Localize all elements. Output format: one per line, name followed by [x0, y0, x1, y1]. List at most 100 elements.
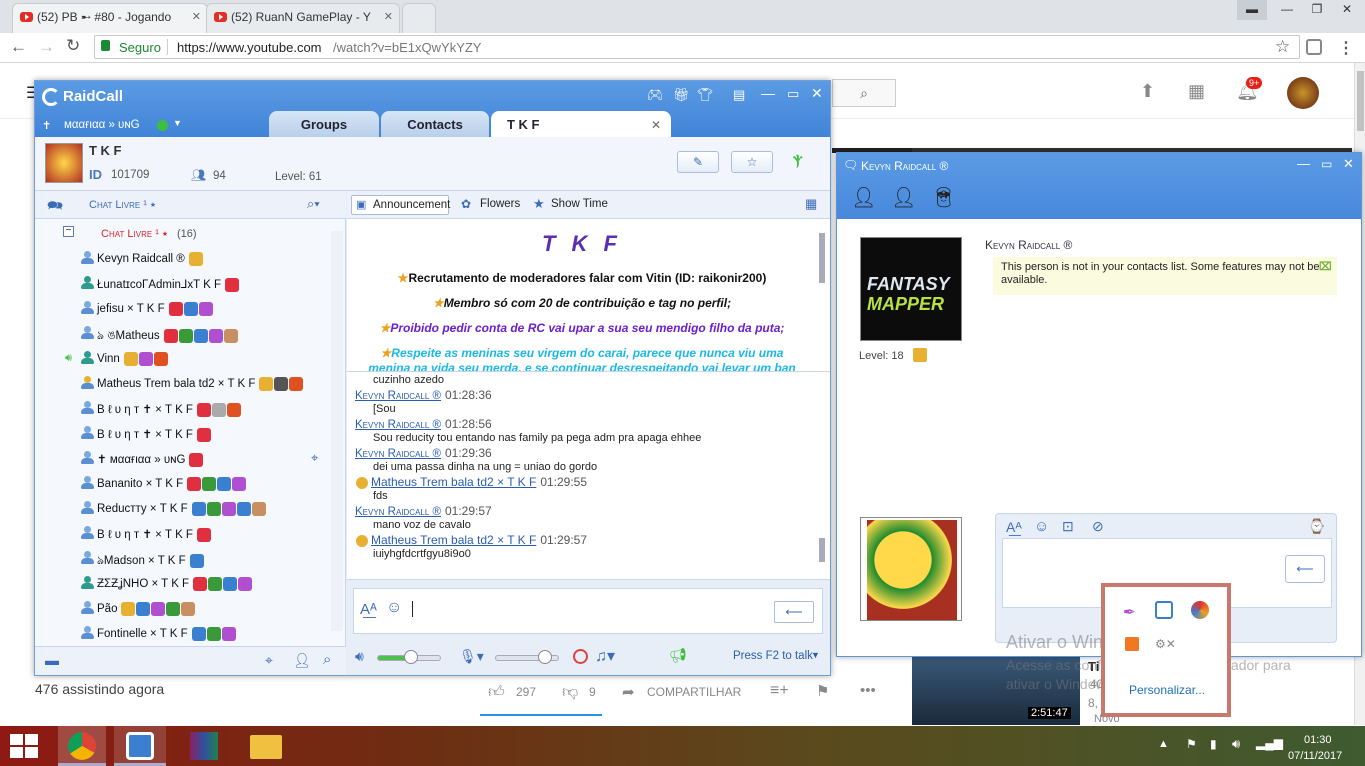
send-button[interactable]: ⟵ — [774, 601, 814, 623]
flag-error-icon[interactable]: ⚑ — [1186, 737, 1197, 751]
close-tab-icon[interactable]: ✕ — [384, 10, 393, 23]
clock-time[interactable]: 01:30 — [1304, 734, 1332, 746]
like-icon[interactable]: 👍︎ — [488, 683, 505, 702]
gift-icon[interactable]: 🎁︎ — [673, 87, 690, 103]
clock-date[interactable]: 07/11/2017 — [1288, 750, 1342, 762]
tab-contacts[interactable]: Contacts — [381, 111, 489, 137]
member-row[interactable]: Vinn 🔊︎ — [35, 346, 346, 371]
online-status-icon[interactable] — [157, 120, 168, 131]
member-row[interactable]: ঌ ঙMatheus — [35, 321, 346, 346]
collapse-all-icon[interactable]: ▬ — [45, 652, 59, 668]
close-icon[interactable]: ✕ — [811, 85, 823, 102]
taskbar-chrome[interactable] — [58, 726, 106, 766]
avatar[interactable] — [1287, 77, 1319, 109]
windows-start-icon[interactable] — [10, 734, 38, 758]
extension-icon[interactable] — [1306, 39, 1322, 55]
tab-groups[interactable]: Groups — [269, 111, 379, 137]
customize-link[interactable]: Personalizar... — [1129, 683, 1205, 697]
winrar-icon[interactable] — [190, 732, 218, 760]
announcement-button[interactable]: ▣ Announcement — [351, 195, 450, 215]
message-input[interactable]: A͟ᴬ ☺ ⟵ — [353, 588, 823, 634]
gamepad-icon[interactable]: 🎮︎ — [647, 87, 664, 103]
add-contact-icon[interactable]: 👤︎ — [851, 185, 876, 210]
dislike-icon[interactable]: 👎︎ — [562, 683, 578, 702]
network-icon[interactable]: ▂▄▆ — [1256, 736, 1283, 750]
member-scrollbar[interactable] — [331, 231, 343, 631]
bookmark-star-icon[interactable]: ☆ — [1275, 37, 1290, 57]
record-icon[interactable] — [573, 649, 588, 664]
browser-tab-1[interactable]: (52) PB ➸ #80 - Jogando ✕ — [12, 3, 208, 33]
update-blocked-icon[interactable]: ⚙✕ — [1155, 637, 1176, 651]
minimize-icon[interactable]: — — [1272, 0, 1302, 20]
search-icon[interactable]: ⌕ — [832, 79, 896, 107]
flowers-button[interactable]: Flowers — [480, 198, 520, 210]
close-tab-icon[interactable]: ✕ — [192, 10, 201, 23]
new-tab-button[interactable] — [402, 3, 436, 33]
close-icon[interactable]: ✕ — [1332, 0, 1362, 20]
member-row[interactable]: B ℓ υ η т ✝ × T K F — [35, 421, 346, 446]
maximize-icon[interactable]: ▭ — [1321, 157, 1332, 171]
url-field[interactable]: Seguro https://www.youtube.com /watch?v=… — [94, 35, 1300, 59]
chevron-down-icon[interactable]: ▼ — [811, 650, 820, 660]
microphone-icon[interactable]: 🎙︎▾ — [459, 648, 484, 665]
chat-sender-link[interactable]: Matheus Trem bala td2 × T K F — [371, 475, 536, 489]
flag-icon[interactable]: ⚑ — [816, 682, 829, 700]
screenshot-icon[interactable]: ⊡ — [1062, 518, 1074, 535]
history-icon[interactable]: ⌚ — [1308, 518, 1325, 535]
emoji-icon[interactable]: ☺ — [386, 599, 402, 617]
member-row[interactable]: ঌMadson × T K F — [35, 546, 346, 571]
reload-icon[interactable]: ↻ — [66, 36, 80, 56]
more-icon[interactable]: ••• — [860, 682, 876, 699]
battery-icon[interactable]: ▮ — [1210, 737, 1217, 751]
chat-sender-link[interactable]: Kevyn Raidcall ® — [355, 448, 441, 460]
font-icon[interactable]: A͟ᴬ — [1006, 519, 1022, 535]
music-icon[interactable]: ♫▾ — [595, 646, 615, 666]
mic-slider-handle[interactable] — [537, 650, 552, 664]
user-icon[interactable]: ▬ — [1237, 0, 1267, 20]
chat-sender-link[interactable]: Matheus Trem bala td2 × T K F — [371, 533, 536, 547]
maximize-icon[interactable]: ▭ — [787, 86, 799, 102]
send-button[interactable]: ⟵ — [1285, 555, 1325, 583]
file-explorer-icon[interactable] — [250, 735, 282, 759]
font-icon[interactable]: A͟ᴬ — [360, 601, 377, 618]
member-row[interactable]: jefisu × T K F — [35, 296, 346, 321]
megaphone-icon[interactable]: 📢︎ — [669, 647, 687, 664]
location-icon[interactable]: ⌖ — [265, 652, 273, 669]
forward-icon[interactable]: → — [38, 37, 55, 57]
add-to-icon[interactable]: ≡+ — [770, 682, 789, 700]
emoji-icon[interactable]: ☺ — [1034, 518, 1049, 535]
volume-slider-handle[interactable] — [404, 650, 419, 664]
share-icon[interactable]: ➦ — [622, 683, 635, 701]
member-row[interactable]: Reducтту × T K F — [35, 496, 346, 521]
raidcall-tray-icon[interactable] — [1155, 601, 1173, 619]
block-contact-icon[interactable]: 👤︎ — [891, 185, 916, 210]
speaker-icon[interactable]: 🔊︎ — [355, 648, 364, 665]
maximize-icon[interactable]: ❐ — [1302, 0, 1332, 20]
close-icon[interactable]: ✕ — [1343, 156, 1354, 172]
chevron-down-icon[interactable]: ▼ — [173, 118, 182, 128]
avast-icon[interactable] — [1125, 637, 1139, 651]
member-row[interactable]: ƵΣƵʝNHO × T K F — [35, 571, 346, 596]
show-time-button[interactable]: Show Time — [551, 198, 608, 210]
notes-icon[interactable]: ▤ — [733, 87, 745, 103]
search-icon[interactable]: ⌕ — [323, 651, 331, 668]
chat-scrollbar[interactable] — [819, 538, 825, 562]
group-settings-button[interactable]: ✎ — [677, 151, 719, 173]
member-row[interactable]: Pão — [35, 596, 346, 621]
volume-icon[interactable]: 🔊︎ — [1232, 736, 1240, 752]
close-tab-icon[interactable]: ✕ — [651, 111, 661, 139]
channel-row[interactable]: − Chat Livre ¹ ⭑ (16) — [35, 219, 346, 245]
upload-icon[interactable]: ⬆ — [1140, 81, 1155, 102]
collapse-icon[interactable]: − — [63, 226, 74, 237]
search-channel-icon[interactable]: ⌕▾ — [307, 196, 320, 212]
chat-sender-link[interactable]: Kevyn Raidcall ® — [355, 390, 441, 402]
browser-tab-2[interactable]: (52) RuanN GamePlay - Y ✕ — [206, 3, 400, 33]
member-row[interactable]: B ℓ υ η т ✝ × T K F — [35, 396, 346, 421]
contact-info-icon[interactable]: 👮︎ — [931, 185, 956, 210]
member-row[interactable]: Bananito × T K F — [35, 471, 346, 496]
close-notice-icon[interactable]: ⌧ — [1319, 261, 1332, 274]
user-icon[interactable]: 👤︎ — [293, 652, 311, 669]
member-row[interactable]: ✝ ᴍααғιαα » υɴG ⌖ — [35, 446, 346, 471]
member-row[interactable]: ŁunatɪcoΓAdmin⅃хT K F — [35, 271, 346, 296]
member-row[interactable]: Kevyn Raidcall ® — [35, 246, 346, 271]
